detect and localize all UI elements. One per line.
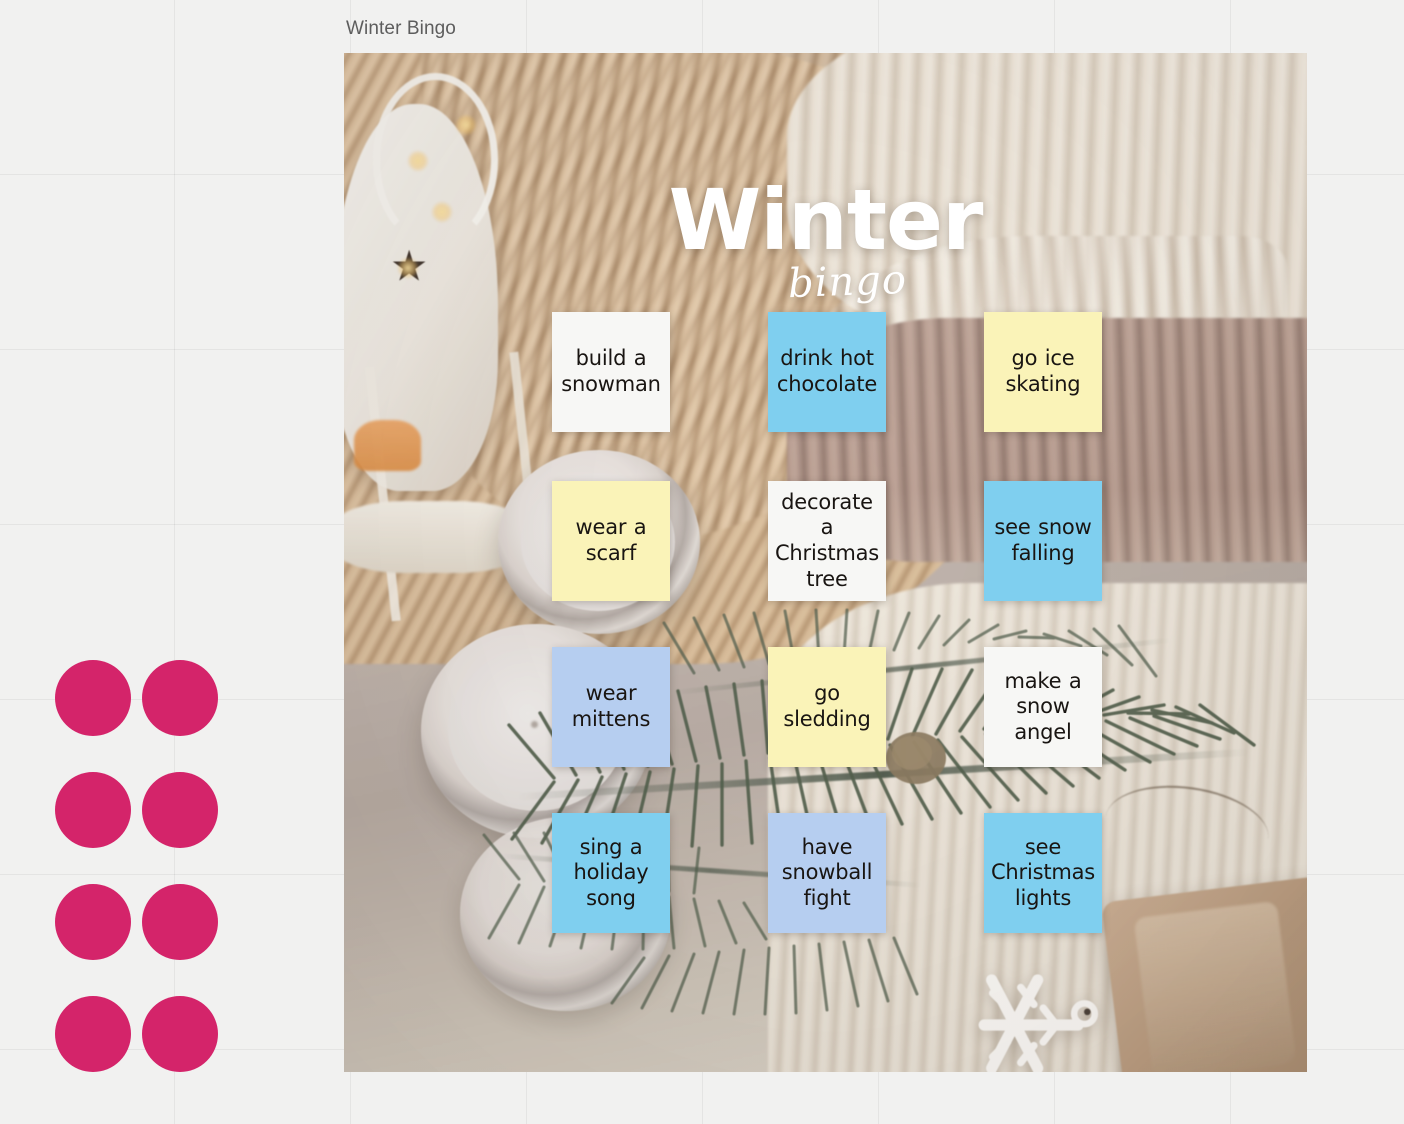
bingo-card-label: see snow falling (994, 515, 1092, 565)
bingo-card[interactable]: sing a holiday song (552, 813, 670, 933)
bingo-card-label: go sledding (783, 681, 871, 731)
bingo-card[interactable]: build a snowman (552, 312, 670, 432)
bingo-card[interactable]: go sledding (768, 647, 886, 767)
gift-paper-fold (1133, 900, 1298, 1072)
fairy-light-icon (406, 149, 429, 172)
bingo-card[interactable]: see snow falling (984, 481, 1102, 601)
bingo-card-label: decorate a Christmas tree (774, 489, 880, 591)
pink-dot (55, 660, 131, 736)
bingo-card[interactable]: have snowball fight (768, 813, 886, 933)
fairy-light-icon (396, 256, 419, 279)
bingo-card-label: wear a scarf (575, 515, 647, 565)
winter-bingo-poster: Winter bingo build a snowman drink hot ch… (344, 53, 1307, 1072)
bingo-card[interactable]: drink hot chocolate (768, 312, 886, 432)
bingo-card-label: go ice skating (1005, 346, 1081, 396)
snowflake-ornament (978, 974, 1098, 1072)
bingo-card-label: see Christmas lights (990, 834, 1096, 910)
pink-dot (142, 884, 218, 960)
pink-dot (55, 772, 131, 848)
bingo-card[interactable]: see Christmas lights (984, 813, 1102, 933)
pink-dot (55, 996, 131, 1072)
pink-dot-grid (55, 660, 235, 1108)
bingo-card-label: build a snowman (561, 346, 661, 396)
pink-dot (142, 996, 218, 1072)
bingo-card[interactable]: wear mittens (552, 647, 670, 767)
bingo-card[interactable]: make a snow angel (984, 647, 1102, 767)
candle-flame-icon (353, 419, 422, 471)
pink-dot (142, 660, 218, 736)
fairy-light-icon (430, 200, 453, 223)
bingo-card-label: wear mittens (571, 681, 651, 731)
bingo-card[interactable]: go ice skating (984, 312, 1102, 432)
fairy-light-icon (454, 114, 477, 137)
bingo-card[interactable]: wear a scarf (552, 481, 670, 601)
bingo-card-label: drink hot chocolate (776, 346, 878, 396)
bingo-card[interactable]: decorate a Christmas tree (768, 481, 886, 601)
pink-dot (55, 884, 131, 960)
page-title: Winter Bingo (346, 18, 456, 39)
bingo-card-label: make a snow angel (1004, 668, 1082, 744)
bingo-card-label: have snowball fight (781, 834, 873, 910)
bingo-card-label: sing a holiday song (573, 834, 649, 910)
bingo-card-grid: build a snowman drink hot chocolate go ice… (552, 312, 1112, 933)
pink-dot (142, 772, 218, 848)
